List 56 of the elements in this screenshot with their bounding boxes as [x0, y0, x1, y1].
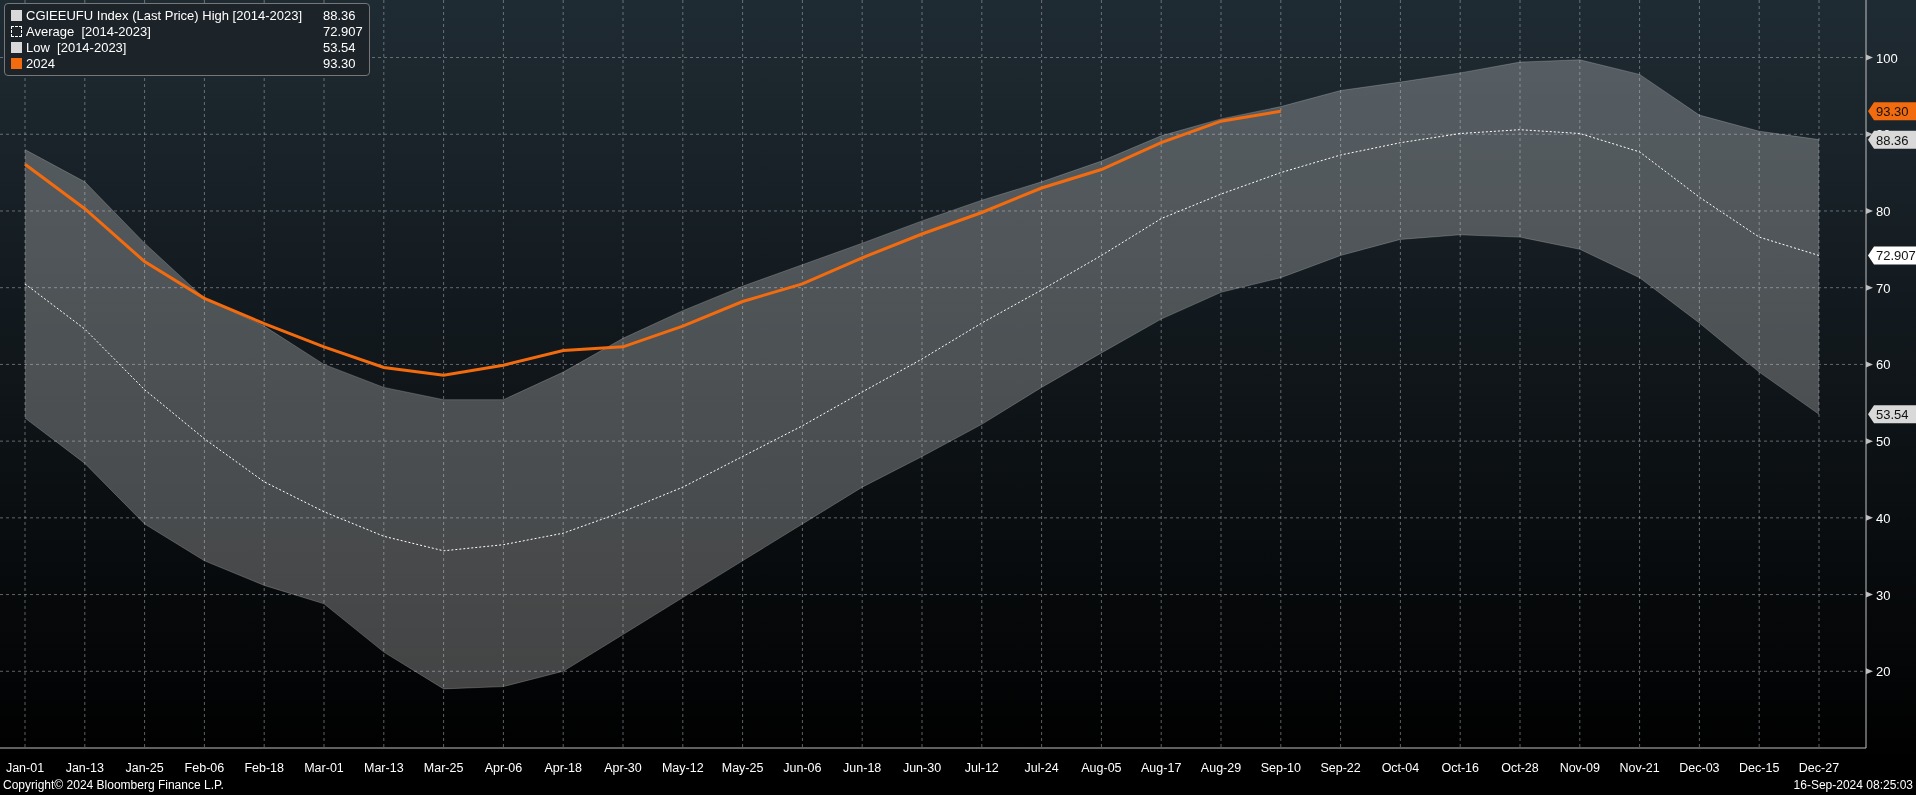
swatch-icon [11, 10, 22, 21]
x-tick-label: Aug-05 [1081, 761, 1122, 775]
x-tick-label: Mar-13 [364, 761, 404, 775]
x-tick-label: Oct-16 [1441, 761, 1479, 775]
x-tick-label: Jun-06 [783, 761, 822, 775]
x-tick-label: Oct-28 [1501, 761, 1539, 775]
y-tick-label: 80 [1876, 203, 1891, 219]
value-tag: 53.54 [1868, 405, 1916, 424]
x-tick-label: Apr-18 [544, 761, 582, 775]
x-tick-label: Sep-10 [1260, 761, 1301, 775]
y-tick-label: 30 [1876, 587, 1891, 603]
x-tick-label: Nov-09 [1559, 761, 1600, 775]
y-tick-label: 70 [1876, 280, 1891, 296]
legend-value: 72.907 [323, 24, 363, 39]
swatch-icon [11, 58, 22, 69]
value-tag: 93.30 [1868, 102, 1916, 121]
legend-value: 88.36 [323, 8, 357, 23]
legend-value: 53.54 [323, 40, 357, 55]
x-tick-label: Aug-29 [1200, 761, 1242, 775]
x-tick-label: Jul-24 [1024, 761, 1059, 775]
x-tick-label: May-25 [721, 761, 764, 775]
value-tag: 72.907 [1868, 246, 1916, 265]
swatch-icon [11, 42, 22, 53]
x-tick-label: Dec-15 [1739, 761, 1780, 775]
y-tick-label: 20 [1876, 664, 1891, 680]
legend-label: Average [2014-2023] [26, 24, 152, 39]
x-tick-label: Feb-06 [184, 761, 225, 775]
x-tick-label: Jan-01 [5, 761, 45, 775]
y-tick-label: 100 [1876, 50, 1898, 66]
x-tick-label: Feb-18 [244, 761, 284, 775]
x-tick-label: Mar-25 [423, 761, 464, 775]
legend-label: 2024 [26, 56, 56, 71]
x-tick-label: Nov-21 [1619, 761, 1660, 775]
y-tick-label: 40 [1876, 510, 1891, 526]
x-tick-label: Apr-06 [484, 761, 523, 775]
y-tick-label: 50 [1876, 434, 1891, 450]
x-tick-label: Jun-18 [843, 761, 882, 775]
x-tick-label: Jul-12 [964, 761, 999, 775]
x-tick-label: May-12 [661, 761, 704, 775]
x-tick-label: Oct-04 [1381, 761, 1420, 775]
legend-label: Low [2014-2023] [26, 40, 128, 55]
x-tick-label: Apr-30 [604, 761, 642, 775]
x-tick-label: Jan-13 [65, 761, 104, 775]
timestamp: 16-Sep-2024 08:25:03 [1793, 777, 1913, 793]
swatch-icon [11, 26, 22, 37]
x-tick-label: Aug-17 [1141, 761, 1182, 775]
x-tick-label: Sep-22 [1320, 761, 1361, 775]
legend-label: CGIEEUFU Index (Last Price) High [2014-2023] [26, 8, 303, 23]
x-tick-label: Dec-03 [1679, 761, 1720, 775]
y-tick-label: 60 [1876, 357, 1891, 373]
x-tick-label: Mar-01 [304, 761, 344, 775]
legend-value: 93.30 [323, 56, 357, 71]
x-tick-label: Jan-25 [125, 761, 164, 775]
x-tick-label: Dec-27 [1798, 761, 1840, 775]
x-tick-label: Jun-30 [902, 761, 942, 775]
copyright-text: Copyright© 2024 Bloomberg Finance L.P. [3, 777, 224, 793]
